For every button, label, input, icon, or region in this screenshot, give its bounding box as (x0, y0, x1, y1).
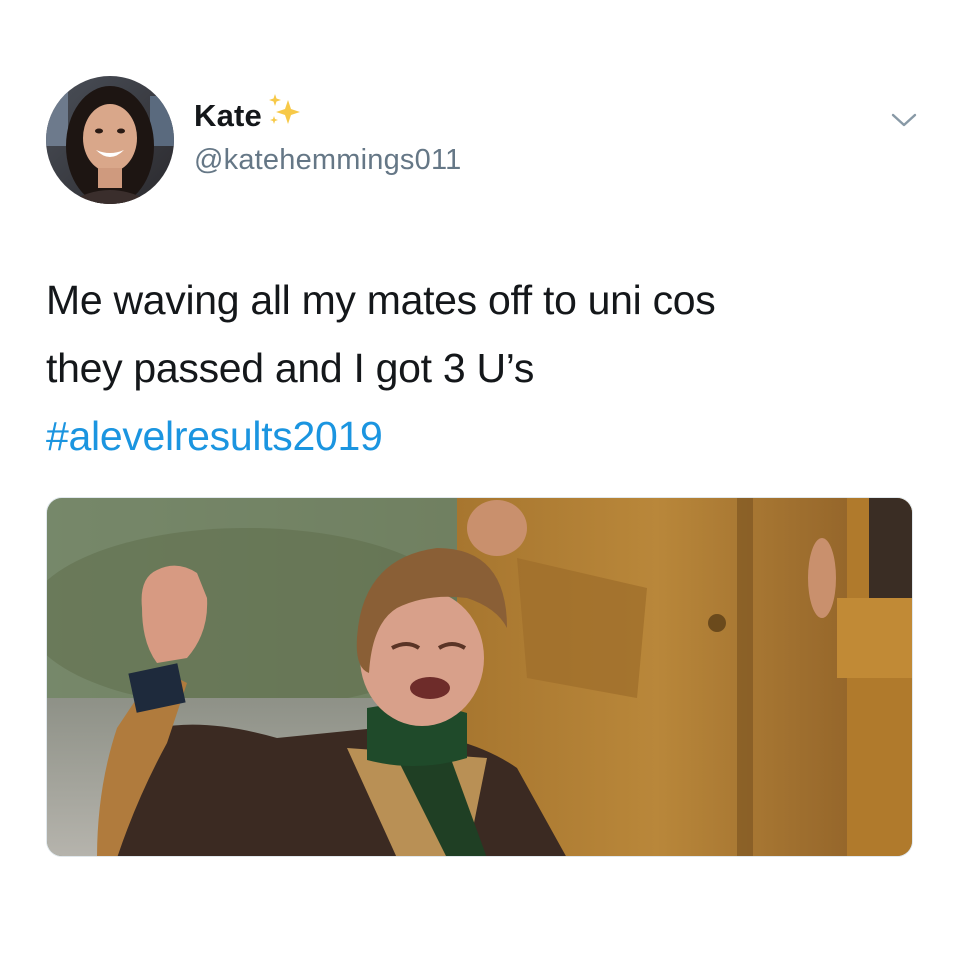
user-handle[interactable]: @katehemmings011 (194, 144, 461, 177)
chevron-down-icon[interactable] (889, 108, 919, 132)
waving-boy-image (47, 498, 912, 856)
avatar-photo (46, 76, 174, 204)
display-name[interactable]: Kate (194, 98, 262, 134)
author-name-row[interactable]: Kate (194, 93, 306, 136)
tweet-card: Kate @katehemmings011 Me waving all my m… (0, 0, 960, 960)
tweet-text-line-2: they passed and I got 3 U’s (46, 345, 535, 391)
hashtag-link[interactable]: #alevelresults2019 (46, 413, 383, 459)
tweet-text: Me waving all my mates off to uni cos th… (46, 266, 916, 470)
avatar[interactable] (46, 76, 174, 204)
tweet-media-image[interactable] (46, 497, 913, 857)
tweet-text-line-1: Me waving all my mates off to uni cos (46, 277, 716, 323)
sparkles-icon (266, 92, 306, 135)
